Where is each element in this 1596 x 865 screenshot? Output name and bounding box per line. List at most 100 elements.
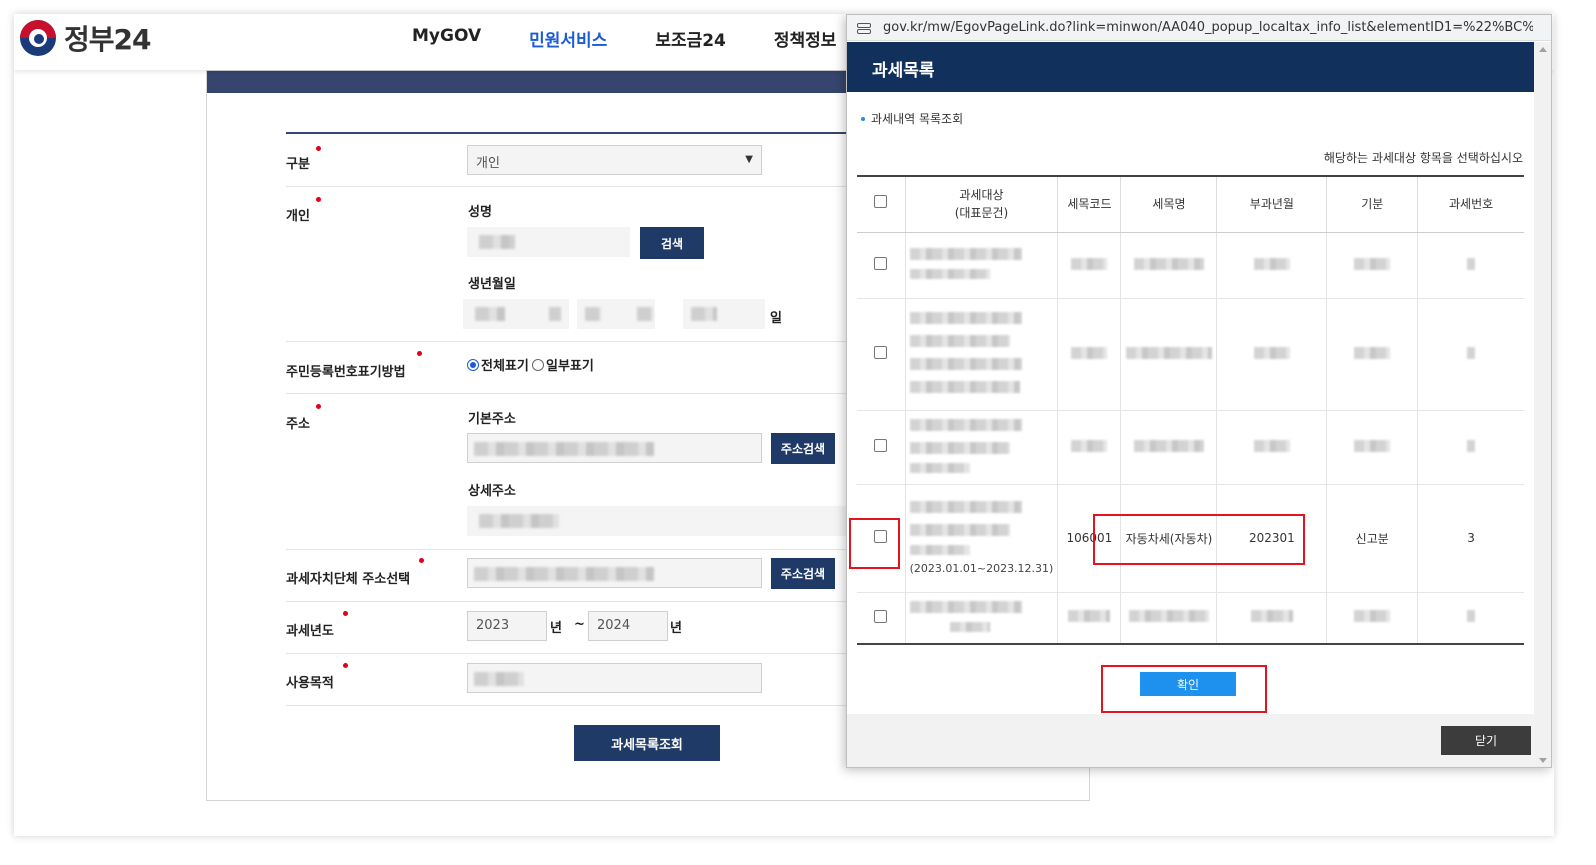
row-checkbox-cell — [857, 410, 906, 485]
radio-selected-icon — [467, 358, 479, 371]
popup-footer — [847, 714, 1535, 767]
table-row[interactable] — [857, 232, 1524, 299]
tax-year-to-value: 2024 — [597, 618, 631, 633]
nav-subsidy24[interactable]: 보조금24 — [655, 26, 726, 51]
blurred-cell — [1057, 592, 1121, 645]
logo-text: 정부24 — [64, 23, 151, 56]
scroll-down-arrow-icon[interactable] — [1539, 758, 1547, 763]
row-divider — [286, 186, 906, 187]
blurred-cell — [1216, 232, 1327, 299]
type-select[interactable]: 개인 ▼ — [467, 145, 762, 175]
column-header: 부과년월 — [1216, 175, 1327, 233]
label-rrn-display: 주민등록번호표기방법 — [286, 365, 406, 380]
row-checkbox-cell — [857, 232, 906, 299]
required-mark — [419, 558, 424, 563]
birth-year-input[interactable] — [463, 299, 543, 329]
row-checkbox[interactable] — [874, 439, 888, 452]
tax-number-cell: 3 — [1417, 484, 1524, 593]
birth-day-input[interactable] — [683, 299, 765, 329]
row-divider — [286, 393, 906, 394]
required-mark — [343, 611, 348, 616]
blurred-cell — [1216, 410, 1327, 485]
label-personal: 개인 — [286, 209, 310, 224]
confirm-button[interactable]: 확인 — [1140, 672, 1236, 696]
nav-mygov[interactable]: MyGOV — [412, 26, 481, 51]
tax-list-popup: gov.kr/mw/EgovPageLink.do?link=minwon/AA… — [846, 14, 1552, 768]
detail-address-input[interactable] — [467, 506, 887, 536]
row-divider — [286, 653, 906, 654]
tax-org-input[interactable] — [467, 558, 762, 588]
popup-url: gov.kr/mw/EgovPageLink.do?link=minwon/AA… — [883, 20, 1533, 35]
blurred-cell — [1417, 232, 1524, 299]
blurred-cell — [1417, 592, 1524, 645]
row-checkbox[interactable] — [874, 257, 888, 270]
popup-scrollbar[interactable] — [1534, 42, 1551, 767]
popup-header: 과세목록 — [847, 42, 1535, 92]
blurred-cell — [904, 410, 1058, 485]
blurred-cell — [1057, 410, 1121, 485]
blurred-cell — [1216, 298, 1327, 411]
blurred-cell — [1057, 298, 1121, 411]
row-checkbox-cell — [857, 298, 906, 411]
tax-year-from-input[interactable]: 2023 — [467, 611, 547, 641]
nav-civil-service[interactable]: 민원서비스 — [529, 26, 607, 51]
site-logo[interactable]: 정부24 — [20, 18, 151, 58]
label-type: 구분 — [286, 157, 310, 172]
tax-list-query-button[interactable]: 과세목록조회 — [574, 725, 720, 761]
required-mark — [417, 351, 422, 356]
highlight-tax-info — [1093, 514, 1305, 565]
table-row[interactable] — [857, 592, 1524, 645]
year-unit: 년 — [670, 621, 682, 636]
tax-year-to-input[interactable]: 2024 — [588, 611, 668, 641]
purpose-select[interactable] — [467, 663, 762, 693]
header-select-all — [857, 175, 906, 233]
blurred-cell — [904, 298, 1058, 411]
tax-object-cell: (2023.01.01~2023.12.31) — [904, 484, 1058, 593]
label-basic-address: 기본주소 — [468, 412, 516, 427]
blurred-cell — [1326, 298, 1418, 411]
blurred-cell — [904, 592, 1058, 645]
blurred-cell — [1326, 410, 1418, 485]
radio-full-display[interactable]: 전체표기 — [467, 355, 529, 374]
birth-year-select[interactable] — [543, 299, 569, 329]
blurred-cell — [904, 232, 1058, 299]
table-row[interactable] — [857, 298, 1524, 411]
table-row[interactable] — [857, 410, 1524, 485]
label-purpose: 사용목적 — [286, 676, 334, 691]
scroll-up-arrow-icon[interactable] — [1539, 47, 1547, 52]
blurred-cell — [1326, 592, 1418, 645]
site-settings-icon[interactable] — [857, 21, 871, 35]
row-checkbox[interactable] — [874, 346, 888, 359]
radio-partial-display[interactable]: 일부표기 — [532, 355, 594, 374]
required-mark — [316, 197, 321, 202]
radio-full-label: 전체표기 — [481, 359, 529, 374]
row-checkbox[interactable] — [874, 609, 888, 623]
nav-policy-info[interactable]: 정책정보 — [774, 26, 837, 51]
birth-month-input[interactable] — [577, 299, 655, 329]
name-search-button[interactable]: 검색 — [640, 227, 704, 259]
tax-period: (2023.01.01~2023.12.31) — [909, 562, 1054, 575]
highlight-checkbox — [849, 518, 900, 569]
tax-type-cell: 신고분 — [1326, 484, 1418, 593]
address-search-button[interactable]: 주소검색 — [771, 433, 835, 464]
day-unit: 일 — [770, 311, 782, 326]
label-address: 주소 — [286, 417, 310, 432]
year-unit: 년 — [550, 621, 562, 636]
label-detail-address: 상세주소 — [468, 484, 516, 499]
basic-address-input[interactable] — [467, 433, 762, 463]
column-header: 기분 — [1326, 175, 1418, 233]
required-mark — [316, 146, 321, 151]
radio-partial-label: 일부표기 — [546, 359, 594, 374]
tax-org-search-button[interactable]: 주소검색 — [771, 558, 835, 589]
bullet-icon — [861, 116, 865, 121]
close-button[interactable]: 닫기 — [1441, 726, 1531, 755]
tax-year-from-value: 2023 — [476, 618, 510, 633]
section-title-text: 과세내역 목록조회 — [871, 112, 964, 126]
row-checkbox-cell — [857, 592, 906, 645]
popup-title: 과세목록 — [872, 61, 935, 81]
name-input[interactable] — [467, 227, 630, 257]
select-all-checkbox[interactable] — [874, 195, 888, 209]
chevron-down-icon: ▼ — [745, 154, 753, 165]
blurred-cell — [1120, 592, 1217, 645]
instruction-text: 해당하는 과세대상 항목을 선택하십시오 — [1323, 151, 1523, 165]
